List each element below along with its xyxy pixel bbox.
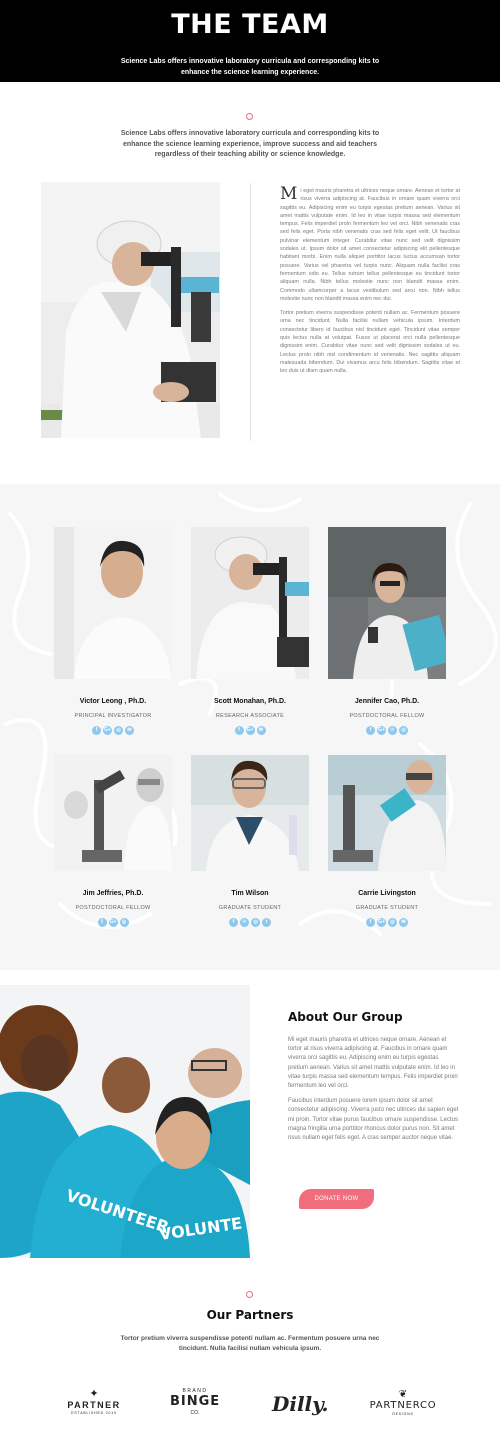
partners-title: Our Partners: [206, 1308, 294, 1322]
about-paragraph-2: Faucibus interdum posuere lorem ipsum do…: [288, 1098, 459, 1142]
about-text: Mi eget mauris pharetra et ultrices nequ…: [288, 1036, 460, 1143]
member-name: Tim Wilson: [231, 890, 269, 897]
google-plus-icon[interactable]: G+: [377, 726, 386, 735]
google-plus-icon[interactable]: G+: [245, 726, 255, 735]
member-role: POSTDOCTORAL FELLOW: [349, 713, 425, 719]
leaf-icon: ❦: [398, 1389, 408, 1400]
member-photo: [328, 755, 446, 871]
member-name: Jim Jeffries, Ph.D.: [82, 890, 144, 897]
member-name: Scott Monahan, Ph.D.: [214, 698, 286, 705]
partners-text: Tortor pretium viverra suspendisse poten…: [120, 1335, 380, 1352]
facebook-icon[interactable]: f: [366, 726, 375, 735]
facebook-icon[interactable]: f: [92, 726, 101, 735]
hero-subtitle: Science Labs offers innovative laborator…: [120, 58, 380, 76]
email-icon[interactable]: ✉: [125, 726, 134, 735]
pinterest-icon[interactable]: ℗: [240, 918, 249, 927]
intro-text: Science Labs offers innovative laborator…: [120, 130, 380, 158]
team-member-card: Tim Wilson GRADUATE STUDENT f ℗ ◎ t: [191, 755, 309, 927]
instagram-icon[interactable]: ◎: [251, 918, 260, 927]
divider-dot-icon: [246, 113, 253, 120]
partner-logo[interactable]: ✦ PARTNER ESTABLISHED 2019: [64, 1388, 124, 1416]
google-plus-icon[interactable]: G+: [377, 918, 386, 927]
team-member-card: Jim Jeffries, Ph.D. POSTDOCTORAL FELLOW …: [54, 755, 172, 927]
partner-logo-name: Dilly.: [272, 1392, 329, 1416]
partner-logo-name: BINGE: [170, 1394, 221, 1409]
dropcap: M: [280, 184, 298, 204]
hero-banner: THE TEAM Science Labs offers innovative …: [0, 0, 500, 82]
about-paragraph-1: Mi eget mauris pharetra et ultrices nequ…: [288, 1037, 458, 1090]
google-plus-icon[interactable]: G+: [108, 918, 118, 927]
member-photo: [54, 755, 172, 871]
donate-button[interactable]: DONATE NOW: [299, 1189, 374, 1209]
member-role: RESEARCH ASSOCIATE: [215, 713, 285, 719]
facebook-icon[interactable]: f: [97, 918, 107, 927]
instagram-icon[interactable]: ◎: [388, 918, 397, 927]
team-member-card: Jennifer Cao, Ph.D. POSTDOCTORAL FELLOW …: [328, 527, 446, 735]
member-role: GRADUATE STUDENT: [355, 905, 419, 911]
partner-logo[interactable]: ❦ PARTNERCO DESIGNS: [368, 1389, 438, 1417]
volunteer-group-photo: VOLUNTEER VOLUNTE: [0, 985, 250, 1258]
partner-logo-sub: CO.: [190, 1410, 200, 1416]
member-name: Carrie Livingston: [358, 890, 416, 897]
article-paragraph-1: i eget mauris pharetra et ultrices neque…: [280, 188, 460, 302]
team-member-card: Scott Monahan, Ph.D. RESEARCH ASSOCIATE …: [191, 527, 309, 735]
partner-logo-name: PARTNERCO: [369, 1400, 437, 1411]
twitter-icon[interactable]: t: [262, 918, 271, 927]
member-photo: [191, 527, 309, 679]
member-role: GRADUATE STUDENT: [218, 905, 282, 911]
member-photo: [54, 527, 172, 679]
member-role: PRINCIPAL INVESTIGATOR: [74, 713, 152, 719]
divider-dot-icon: [246, 1291, 253, 1298]
article-text: Mi eget mauris pharetra et ultrices nequ…: [280, 184, 460, 376]
about-title: About Our Group: [288, 1010, 403, 1024]
member-photo: [328, 527, 446, 679]
member-name: Jennifer Cao, Ph.D.: [354, 698, 420, 705]
partner-logo-sub: DESIGNS: [392, 1412, 414, 1416]
team-member-card: Victor Leong , Ph.D. PRINCIPAL INVESTIGA…: [54, 527, 172, 735]
page-title: THE TEAM: [171, 9, 329, 40]
facebook-icon[interactable]: f: [229, 918, 238, 927]
email-icon[interactable]: ✉: [399, 918, 408, 927]
instagram-icon[interactable]: ◎: [114, 726, 123, 735]
member-name: Victor Leong , Ph.D.: [79, 698, 147, 705]
member-role: POSTDOCTORAL FELLOW: [75, 905, 151, 911]
facebook-icon[interactable]: f: [234, 726, 244, 735]
pinterest-icon[interactable]: ℗: [388, 726, 397, 735]
instagram-icon[interactable]: ◎: [119, 918, 129, 927]
scientist-microscope-photo: [41, 182, 220, 438]
instagram-icon[interactable]: ◎: [399, 726, 408, 735]
partner-logo-name: PARTNER: [67, 1400, 121, 1410]
column-divider: [250, 183, 251, 441]
email-icon[interactable]: ✉: [256, 726, 266, 735]
partner-logo-sub: ESTABLISHED 2019: [71, 1411, 117, 1415]
article-paragraph-2: Tortor pretium viverra suspendisse poten…: [280, 310, 460, 375]
partner-logo[interactable]: Dilly.: [272, 1389, 328, 1419]
bird-icon: ✦: [89, 1388, 99, 1400]
member-photo: [191, 755, 309, 871]
team-member-card: Carrie Livingston GRADUATE STUDENT f G+ …: [328, 755, 446, 927]
partner-logo[interactable]: BRAND BINGE CO.: [170, 1388, 220, 1417]
facebook-icon[interactable]: f: [366, 918, 375, 927]
google-plus-icon[interactable]: G+: [103, 726, 112, 735]
